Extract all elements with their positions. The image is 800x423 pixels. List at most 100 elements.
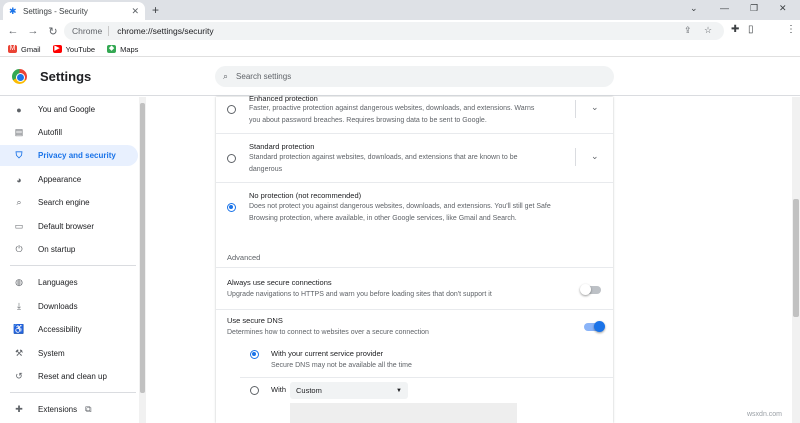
enhanced-protection-radio[interactable] xyxy=(227,105,236,114)
sidebar-divider xyxy=(10,265,136,266)
chevron-down-icon[interactable]: ⌄ xyxy=(591,102,599,113)
divider xyxy=(240,377,613,378)
puzzle-icon: ✚ xyxy=(15,404,23,414)
power-icon: ⏻ xyxy=(15,244,23,254)
no-protection-desc: Does not protect you against dangerous w… xyxy=(249,203,551,210)
watermark: wsxdn.com xyxy=(747,411,783,418)
tab-search-icon[interactable]: ⌄ xyxy=(690,3,698,14)
sidebar-scrollbar[interactable] xyxy=(139,97,146,423)
sidebar-item-reset-and-clean-up[interactable]: ↺ Reset and clean up xyxy=(0,366,138,387)
back-button[interactable]: ← xyxy=(3,25,23,37)
enhanced-protection-title: Enhanced protection xyxy=(249,94,318,103)
dns-provider-select[interactable]: Custom ▼ xyxy=(290,382,408,399)
sidebar-item-downloads[interactable]: ⤓ Downloads xyxy=(0,296,138,317)
page-title: Settings xyxy=(40,69,92,84)
advanced-heading: Advanced xyxy=(227,253,261,262)
dns-provider-radio[interactable] xyxy=(250,350,259,359)
reload-button[interactable]: ↻ xyxy=(43,25,63,38)
chevron-down-icon[interactable]: ⌄ xyxy=(591,151,599,162)
sidebar-item-label: You and Google xyxy=(38,105,96,114)
no-protection-title: No protection (not recommended) xyxy=(249,191,362,200)
sidebar-item-default-browser[interactable]: ▭ Default browser xyxy=(0,216,138,237)
secure-dns-toggle[interactable] xyxy=(584,321,605,332)
sidebar-item-extensions[interactable]: ✚ Extensions ⧉ xyxy=(0,399,138,420)
sidebar-item-label: Search engine xyxy=(38,198,90,207)
sidebar-item-label: On startup xyxy=(38,245,76,254)
secure-dns-desc: Determines how to connect to websites ov… xyxy=(227,329,429,336)
site-chip[interactable]: Chrome xyxy=(72,26,110,36)
sidebar-item-label: Accessibility xyxy=(38,325,82,334)
separator xyxy=(575,100,576,118)
https-title: Always use secure connections xyxy=(227,278,332,287)
tab-settings-security[interactable]: ✱ Settings - Security ✕ xyxy=(3,2,145,20)
gmail-icon: M xyxy=(8,45,17,53)
bookmark-maps[interactable]: ◆ Maps xyxy=(107,45,138,54)
restore-button[interactable]: ❐ xyxy=(750,3,758,14)
sidebar-scroll-thumb[interactable] xyxy=(140,103,145,393)
close-window-button[interactable]: ✕ xyxy=(779,3,787,14)
globe-icon: ◍ xyxy=(15,277,23,287)
select-value: Custom xyxy=(296,386,322,395)
search-input[interactable]: ⌕ Search settings xyxy=(215,66,614,87)
no-protection-radio[interactable] xyxy=(227,203,236,212)
security-card: Enhanced protection Faster, proactive pr… xyxy=(216,94,613,423)
sidebar-item-label: Extensions xyxy=(38,405,78,414)
browser-icon: ▭ xyxy=(14,221,24,231)
url-text[interactable]: chrome://settings/security xyxy=(117,26,213,36)
dns-custom-radio[interactable] xyxy=(250,386,259,395)
sidebar-item-autofill[interactable]: ▤ Autofill xyxy=(0,122,138,143)
minimize-button[interactable]: — xyxy=(720,3,729,13)
https-toggle[interactable] xyxy=(580,284,601,295)
no-protection-desc: Browsing protection, where available, in… xyxy=(249,215,517,222)
sidebar-item-system[interactable]: ⚒ System xyxy=(0,343,138,364)
tab-close-icon[interactable]: ✕ xyxy=(131,6,139,17)
sidebar-item-search-engine[interactable]: ⌕ Search engine xyxy=(0,192,138,213)
menu-kebab-icon[interactable]: ⋮ xyxy=(786,24,796,35)
divider xyxy=(216,182,613,183)
sidebar-item-accessibility[interactable]: ♿ Accessibility xyxy=(0,319,138,340)
divider xyxy=(216,133,613,134)
sidebar-item-on-startup[interactable]: ⏻ On startup xyxy=(0,239,138,260)
chrome-logo-icon xyxy=(12,69,27,84)
open-external-icon: ⧉ xyxy=(85,404,92,414)
dns-provider-desc: Secure DNS may not be available all the … xyxy=(271,362,412,369)
main-scroll-thumb[interactable] xyxy=(793,199,799,317)
extensions-puzzle-icon[interactable]: ✚ xyxy=(731,24,739,35)
toggle-knob xyxy=(580,284,591,295)
sidebar-item-you-and-google[interactable]: ● You and Google xyxy=(0,99,138,120)
sidebar-item-label: Appearance xyxy=(38,175,82,184)
toolbar: ← → ↻ Chrome chrome://settings/security … xyxy=(0,20,800,57)
bookmark-star-icon[interactable]: ☆ xyxy=(704,25,712,36)
standard-protection-radio[interactable] xyxy=(227,154,236,163)
sidebar-item-label: Reset and clean up xyxy=(38,372,107,381)
custom-dns-input[interactable] xyxy=(290,403,517,423)
sidebar-item-privacy-and-security[interactable]: ⛉ Privacy and security xyxy=(0,145,138,166)
forward-button[interactable]: → xyxy=(23,25,43,37)
divider xyxy=(216,309,613,310)
sidebar-item-languages[interactable]: ◍ Languages xyxy=(0,272,138,293)
main-scrollbar[interactable] xyxy=(792,97,800,423)
divider xyxy=(216,267,613,268)
shield-icon: ⛉ xyxy=(15,150,23,160)
sidebar-divider xyxy=(10,392,136,393)
wrench-icon: ⚒ xyxy=(14,348,24,358)
side-panel-icon[interactable]: ▯ xyxy=(748,24,754,35)
bookmark-youtube[interactable]: ▶ YouTube xyxy=(52,44,96,54)
clipboard-icon: ▤ xyxy=(14,127,24,137)
sidebar: ● You and Google ▤ Autofill ⛉ Privacy an… xyxy=(0,97,146,423)
address-bar[interactable]: Chrome chrome://settings/security ⇪ ☆ xyxy=(64,22,724,40)
bookmark-label: YouTube xyxy=(65,44,96,54)
new-tab-button[interactable]: + xyxy=(152,3,159,17)
bookmark-gmail[interactable]: M Gmail xyxy=(8,45,41,54)
search-placeholder: Search settings xyxy=(236,72,292,81)
sidebar-item-label: Privacy and security xyxy=(38,151,116,160)
sidebar-item-label: Downloads xyxy=(38,302,78,311)
accessibility-icon: ♿ xyxy=(13,324,25,334)
sidebar-item-label: System xyxy=(38,349,65,358)
maps-icon: ◆ xyxy=(107,45,117,53)
share-icon[interactable]: ⇪ xyxy=(684,25,692,36)
enhanced-protection-desc: you about password breaches. Requires br… xyxy=(249,117,487,124)
bookmarks-bar: M Gmail ▶ YouTube ◆ Maps xyxy=(0,42,800,57)
sidebar-item-appearance[interactable]: ◕ Appearance xyxy=(0,169,138,190)
standard-protection-desc: Standard protection against websites, do… xyxy=(249,154,518,161)
